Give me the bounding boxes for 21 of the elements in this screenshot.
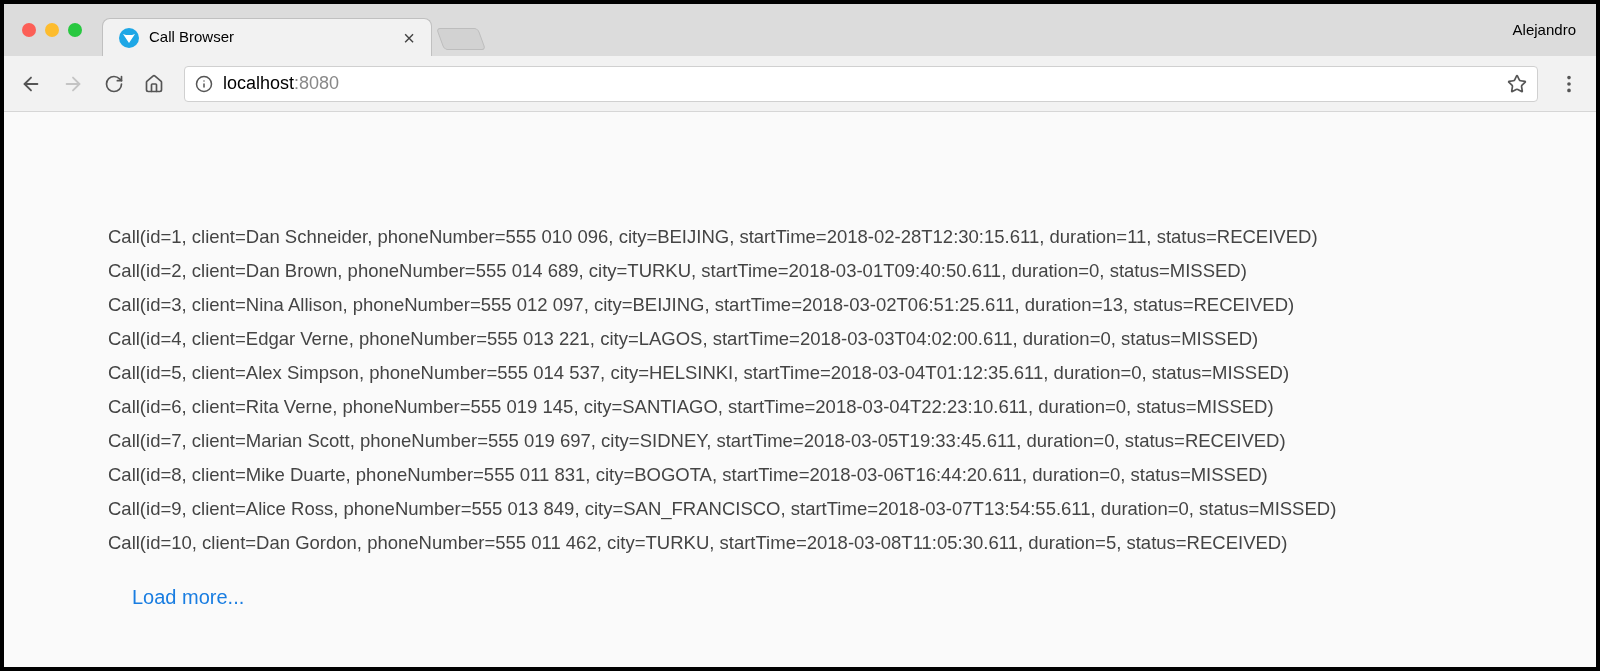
call-entry: Call(id=7, client=Marian Scott, phoneNumber=555 019 697, city=SIDNEY, startTime=2018-03-05T19:33:45.611, duration=0, status=RECEIVED) — [108, 429, 1286, 453]
call-entry: Call(id=1, client=Dan Schneider, phoneNumber=555 010 096, city=BEIJING, startTime=2018-02-28T12:30:15.611, duration=11, status=RECEIVED) — [108, 225, 1318, 249]
call-entry: Call(id=4, client=Edgar Verne, phoneNumber=555 013 221, city=LAGOS, startTime=2018-03-03T04:02:00.611, duration=0, status=MISSED) — [108, 327, 1259, 351]
profile-name[interactable]: Alejandro — [1512, 18, 1576, 42]
call-entry: Call(id=8, client=Mike Duarte, phoneNumber=555 011 831, city=BOGOTA, startTime=2018-03-06T16:44:20.611, duration=0, status=MISSED) — [108, 463, 1268, 487]
home-icon[interactable] — [144, 73, 164, 94]
call-entry: Call(id=6, client=Rita Verne, phoneNumber=555 019 145, city=SANTIAGO, startTime=2018-03-04T22:23:10.611, duration=0, status=MISSED) — [108, 395, 1274, 419]
call-entry: Call(id=3, client=Nina Allison, phoneNumber=555 012 097, city=BEIJING, startTime=2018-03-02T06:51:25.611, duration=13, status=RECEIVED) — [108, 293, 1295, 317]
url-text: localhost:8080 — [223, 72, 341, 95]
call-entry: Call(id=2, client=Dan Brown, phoneNumber=555 014 689, city=TURKU, startTime=2018-03-01T09:40:50.611, duration=0, status=MISSED) — [108, 259, 1247, 283]
tab-title: Call Browser — [149, 27, 236, 48]
call-entry: Call(id=5, client=Alex Simpson, phoneNumber=555 014 537, city=HELSINKI, startTime=2018-03-04T01:12:35.611, duration=0, status=MISSED) — [108, 361, 1290, 385]
bookmark-star-icon[interactable] — [1507, 73, 1527, 94]
address-bar[interactable]: localhost:8080 — [184, 65, 1538, 102]
reload-icon[interactable] — [104, 73, 124, 94]
tab-close-button[interactable]: × — [403, 22, 415, 53]
call-entry: Call(id=9, client=Alice Ross, phoneNumber=555 013 849, city=SAN_FRANCISCO, startTime=2018-03-07T13:54:55.611, duration=0, status=MISSED) — [108, 497, 1337, 522]
call-entry: Call(id=10, client=Dan Gordon, phoneNumber=555 011 462, city=TURKU, startTime=2018-03-08T11:05:30.611, duration=5, status=RECEIVED) — [108, 531, 1288, 555]
info-icon[interactable] — [195, 74, 213, 93]
browser-tab[interactable]: Call Browser × — [102, 18, 432, 56]
load-more-link[interactable]: Load more... — [132, 582, 245, 612]
